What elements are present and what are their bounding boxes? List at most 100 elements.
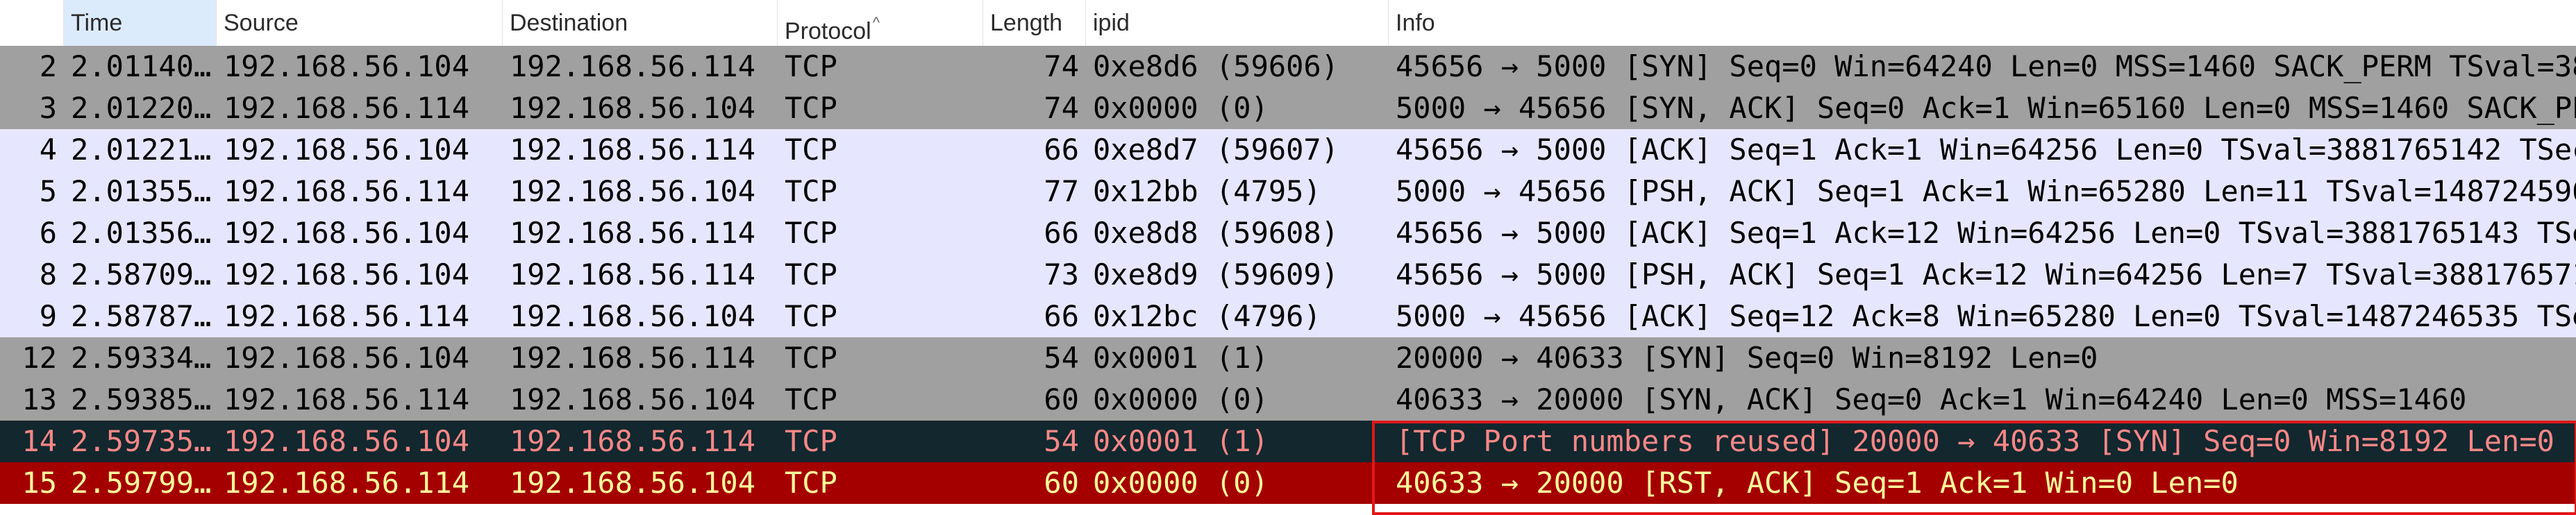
packet-row[interactable]: 5 2.01355… 192.168.56.114 192.168.56.104 TCP… [0,171,2576,212]
packet-ipid-cell: 0xe8d6 (59606) [1093,49,1339,83]
packet-length-cell: 54 [1044,341,1079,375]
packet-row[interactable]: 6 2.01356… 192.168.56.104 192.168.56.114 TCP… [0,212,2576,254]
packet-length-cell: 73 [1044,258,1079,292]
packet-ipid-cell: 0x0001 (1) [1093,424,1269,458]
packet-row[interactable]: 3 2.01220… 192.168.56.114 192.168.56.104 TCP… [0,87,2576,129]
packet-protocol-cell: TCP [785,258,837,292]
packet-ipid-cell: 0x0000 (0) [1093,382,1269,416]
packet-protocol-cell: TCP [785,341,837,375]
packet-row[interactable]: 9 2.58787… 192.168.56.114 192.168.56.104 TCP… [0,296,2576,337]
packet-info-cell: 45656 → 5000 [ACK] Seq=1 Ack=1 Win=64256… [1396,133,2576,167]
packet-time-cell: 2.59799… [71,466,212,500]
packet-length-cell: 66 [1044,299,1079,333]
packet-time-cell: 2.01355… [71,174,212,208]
packet-ipid-cell: 0x12bb (4795) [1093,174,1321,208]
packet-ipid-cell: 0x12bc (4796) [1093,299,1321,333]
column-header-source[interactable]: Source [217,0,503,46]
packet-destination-cell: 192.168.56.104 [510,174,756,208]
packet-source-cell: 192.168.56.114 [224,382,470,416]
packet-length-cell: 74 [1044,91,1079,125]
packet-destination-cell: 192.168.56.114 [510,341,756,375]
packet-protocol-cell: TCP [785,382,837,416]
packet-no-cell: 2 [39,49,57,83]
packet-length-cell: 54 [1044,424,1079,458]
packet-source-cell: 192.168.56.104 [224,216,470,250]
packet-destination-cell: 192.168.56.104 [510,466,756,500]
packet-source-cell: 192.168.56.104 [224,133,470,167]
column-header-info[interactable]: Info [1389,0,2576,46]
column-header-no[interactable] [0,0,64,46]
packet-destination-cell: 192.168.56.104 [510,91,756,125]
packet-ipid-cell: 0x0000 (0) [1093,466,1269,500]
packet-time-cell: 2.59735… [71,424,212,458]
packet-info-cell: 45656 → 5000 [SYN] Seq=0 Win=64240 Len=0… [1396,49,2576,83]
packet-length-cell: 60 [1044,382,1079,416]
packet-protocol-cell: TCP [785,174,837,208]
column-header-destination[interactable]: Destination [503,0,778,46]
packet-protocol-cell: TCP [785,466,837,500]
packet-no-cell: 14 [22,424,57,458]
packet-no-cell: 13 [22,382,57,416]
packet-protocol-cell: TCP [785,133,837,167]
column-header-time[interactable]: Time [64,0,217,46]
packet-info-cell: 20000 → 40633 [SYN] Seq=0 Win=8192 Len=0 [1396,341,2098,375]
packet-no-cell: 3 [39,91,57,125]
column-header-ipid[interactable]: ipid [1086,0,1389,46]
packet-time-cell: 2.59334… [71,341,212,375]
packet-source-cell: 192.168.56.114 [224,299,470,333]
packet-destination-cell: 192.168.56.104 [510,382,756,416]
packet-length-cell: 66 [1044,216,1079,250]
column-header-protocol[interactable]: Protocol^ [778,0,983,46]
packet-row[interactable]: 2 2.01140… 192.168.56.104 192.168.56.114 TCP… [0,46,2576,87]
packet-time-cell: 2.58709… [71,258,212,292]
packet-no-cell: 5 [39,174,57,208]
column-header-length[interactable]: Length [983,0,1086,46]
packet-time-cell: 2.01356… [71,216,212,250]
packet-length-cell: 60 [1044,466,1079,500]
packet-info-cell: 40633 → 20000 [RST, ACK] Seq=1 Ack=1 Win… [1396,466,2239,500]
sort-indicator-icon: ^ [872,14,880,31]
packet-protocol-cell: TCP [785,424,837,458]
packet-protocol-cell: TCP [785,91,837,125]
packet-source-cell: 192.168.56.104 [224,341,470,375]
packet-row[interactable]: 14 2.59735… 192.168.56.104 192.168.56.114 TC… [0,421,2576,462]
packet-time-cell: 2.58787… [71,299,212,333]
packet-no-cell: 8 [39,258,57,292]
packet-row[interactable]: 15 2.59799… 192.168.56.114 192.168.56.104 TC… [0,462,2576,504]
packet-ipid-cell: 0xe8d9 (59609) [1093,258,1339,292]
column-header-protocol-label: Protocol [785,18,871,44]
packet-time-cell: 2.01220… [71,91,212,125]
packet-protocol-cell: TCP [785,299,837,333]
packet-source-cell: 192.168.56.114 [224,466,470,500]
packet-length-cell: 74 [1044,49,1079,83]
packet-info-cell: 5000 → 45656 [ACK] Seq=12 Ack=8 Win=6528… [1396,299,2576,333]
packet-row[interactable]: 12 2.59334… 192.168.56.104 192.168.56.114 TC… [0,337,2576,379]
packet-source-cell: 192.168.56.104 [224,424,470,458]
packet-protocol-cell: TCP [785,216,837,250]
packet-info-cell: 40633 → 20000 [SYN, ACK] Seq=0 Ack=1 Win… [1396,382,2467,416]
packet-ipid-cell: 0x0000 (0) [1093,91,1269,125]
packet-ipid-cell: 0xe8d8 (59608) [1093,216,1339,250]
packet-time-cell: 2.59385… [71,382,212,416]
packet-info-cell: [TCP Port numbers reused] 20000 → 40633 … [1396,424,2554,458]
packet-info-cell: 5000 → 45656 [PSH, ACK] Seq=1 Ack=1 Win=… [1396,174,2576,208]
packet-source-cell: 192.168.56.114 [224,174,470,208]
packet-no-cell: 9 [39,299,57,333]
packet-no-cell: 12 [22,341,57,375]
packet-info-cell: 5000 → 45656 [SYN, ACK] Seq=0 Ack=1 Win=… [1396,91,2576,125]
packet-destination-cell: 192.168.56.114 [510,49,756,83]
packet-list-header: Time Source Destination Protocol^ Length… [0,0,2576,47]
packet-row[interactable]: 13 2.59385… 192.168.56.114 192.168.56.104 TC… [0,379,2576,421]
packet-ipid-cell: 0x0001 (1) [1093,341,1269,375]
packet-length-cell: 66 [1044,133,1079,167]
packet-no-cell: 15 [22,466,57,500]
packet-info-cell: 45656 → 5000 [PSH, ACK] Seq=1 Ack=12 Win… [1396,258,2576,292]
packet-protocol-cell: TCP [785,49,837,83]
packet-time-cell: 2.01221… [71,133,212,167]
packet-length-cell: 77 [1044,174,1079,208]
packet-source-cell: 192.168.56.104 [224,49,470,83]
packet-row[interactable]: 4 2.01221… 192.168.56.104 192.168.56.114 TCP… [0,129,2576,171]
packet-destination-cell: 192.168.56.114 [510,133,756,167]
packet-row[interactable]: 8 2.58709… 192.168.56.104 192.168.56.114 TCP… [0,254,2576,296]
packet-no-cell: 6 [39,216,57,250]
